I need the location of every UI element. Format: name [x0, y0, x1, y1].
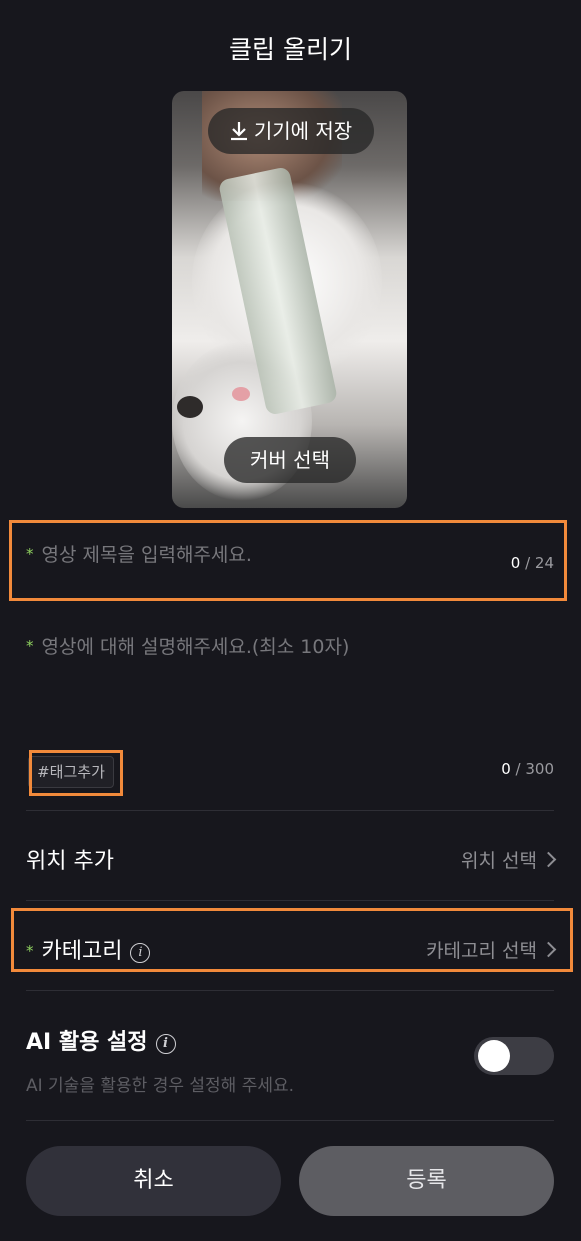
category-label: * 카테고리 i	[26, 933, 151, 965]
cover-select-button[interactable]: 커버 선택	[224, 437, 356, 483]
title-char-counter: 0 / 24	[510, 554, 554, 572]
category-label-text: 카테고리	[41, 939, 123, 964]
description-char-counter: 0 / 300	[501, 760, 554, 778]
required-mark: *	[26, 637, 34, 655]
submit-button[interactable]: 등록	[299, 1146, 554, 1216]
title-input[interactable]: * 영상 제목을 입력해주세요. 0 / 24	[26, 540, 554, 586]
category-select[interactable]: 카테고리 선택	[426, 936, 557, 963]
description-placeholder: 영상에 대해 설명해주세요.(최소 10자)	[41, 636, 350, 658]
divider	[26, 900, 554, 901]
required-mark: *	[26, 942, 34, 960]
chevron-right-icon	[540, 851, 557, 868]
download-icon	[230, 111, 248, 157]
divider	[26, 990, 554, 991]
toggle-knob	[478, 1040, 510, 1072]
save-to-device-label: 기기에 저장	[253, 119, 353, 143]
divider	[26, 810, 554, 811]
save-to-device-button[interactable]: 기기에 저장	[208, 108, 374, 154]
category-value: 카테고리 선택	[426, 940, 537, 962]
location-label: 위치 추가	[26, 849, 114, 874]
preview-image-eye	[177, 396, 203, 418]
cancel-button[interactable]: 취소	[26, 1146, 281, 1216]
ai-setting-help: AI 기술을 활용한 경우 설정해 주세요.	[26, 1076, 295, 1096]
divider	[26, 1120, 554, 1121]
ai-setting-label-text: AI 활용 설정	[26, 1030, 148, 1055]
description-input[interactable]: * 영상에 대해 설명해주세요.(최소 10자)	[26, 632, 554, 732]
add-tag-button[interactable]: #태그추가	[28, 756, 114, 788]
ai-toggle[interactable]	[474, 1037, 554, 1075]
ai-setting-label: AI 활용 설정 i	[26, 1024, 176, 1056]
chevron-right-icon	[540, 941, 557, 958]
preview-image-nose	[232, 387, 250, 401]
location-value: 위치 선택	[461, 850, 537, 872]
title-placeholder: 영상 제목을 입력해주세요.	[41, 544, 252, 566]
required-mark: *	[26, 545, 34, 563]
info-icon[interactable]: i	[155, 1034, 176, 1054]
location-select[interactable]: 위치 선택	[461, 846, 557, 873]
page-title: 클립 올리기	[229, 35, 352, 64]
info-icon[interactable]: i	[130, 943, 151, 963]
